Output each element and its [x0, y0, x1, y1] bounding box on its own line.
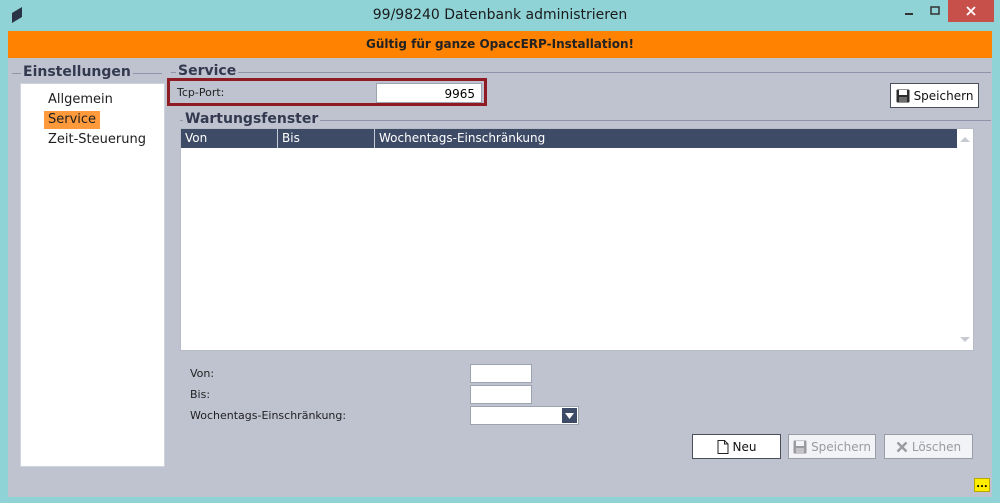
- tcp-port-label: Tcp-Port:: [177, 86, 225, 99]
- von-label: Von:: [190, 367, 215, 380]
- sidebar-title: Einstellungen: [21, 64, 133, 80]
- minimize-button[interactable]: [896, 0, 922, 22]
- service-save-label: Speichern: [913, 88, 974, 103]
- app-window: 99/98240 Datenbank administrieren Gültig…: [0, 0, 1000, 503]
- service-save-button[interactable]: Speichern: [890, 83, 979, 108]
- column-header-bis[interactable]: Bis: [278, 129, 375, 148]
- maintenance-save-button[interactable]: Speichern: [788, 434, 876, 459]
- weekday-select[interactable]: [470, 406, 579, 425]
- nav-item-zeit-steuerung[interactable]: Zeit-Steuerung: [44, 131, 150, 149]
- scroll-up-icon[interactable]: [957, 134, 973, 144]
- settings-nav: Allgemein Service Zeit-Steuerung: [20, 83, 165, 467]
- column-header-von[interactable]: Von: [181, 129, 278, 148]
- maximize-icon: [930, 6, 940, 15]
- window-title: 99/98240 Datenbank administrieren: [372, 7, 628, 23]
- new-button-label: Neu: [732, 439, 757, 454]
- grid-header: Von Bis Wochentags-Einschränkung: [181, 129, 957, 148]
- floppy-disk-icon: [793, 440, 807, 453]
- bis-label: Bis:: [190, 388, 211, 401]
- status-indicator-icon[interactable]: ...: [974, 478, 990, 492]
- grid-scrollbar[interactable]: [957, 129, 973, 350]
- title-bar[interactable]: 99/98240 Datenbank administrieren: [0, 0, 1000, 31]
- close-button[interactable]: [948, 0, 994, 22]
- service-title: Service: [176, 63, 239, 79]
- chevron-down-icon[interactable]: [562, 408, 577, 423]
- delete-x-icon: [896, 441, 908, 452]
- maintenance-save-label: Speichern: [811, 439, 871, 454]
- maximize-button[interactable]: [922, 0, 948, 22]
- delete-button-label: Löschen: [911, 439, 962, 454]
- floppy-disk-icon: [896, 89, 910, 102]
- column-header-weekday[interactable]: Wochentags-Einschränkung: [375, 129, 957, 148]
- tcp-port-input[interactable]: 9965: [376, 83, 482, 103]
- service-group-line: [171, 72, 991, 73]
- close-icon: [966, 6, 976, 16]
- nav-item-allgemein[interactable]: Allgemein: [44, 91, 117, 109]
- maintenance-grid[interactable]: Von Bis Wochentags-Einschränkung: [180, 128, 974, 351]
- new-document-icon: [717, 439, 729, 454]
- maintenance-title: Wartungsfenster: [183, 111, 321, 127]
- minimize-icon: [905, 13, 913, 15]
- installation-banner: Gültig für ganze OpaccERP-Installation!: [8, 31, 992, 58]
- delete-button[interactable]: Löschen: [884, 434, 973, 459]
- bis-input[interactable]: [470, 385, 532, 404]
- nav-item-service[interactable]: Service: [44, 111, 101, 129]
- weekday-label: Wochentags-Einschränkung:: [190, 409, 347, 422]
- von-input[interactable]: [470, 364, 532, 383]
- scroll-down-icon[interactable]: [957, 335, 973, 345]
- main-content: Einstellungen Allgemein Service Zeit-Ste…: [8, 58, 992, 497]
- new-button[interactable]: Neu: [692, 434, 781, 459]
